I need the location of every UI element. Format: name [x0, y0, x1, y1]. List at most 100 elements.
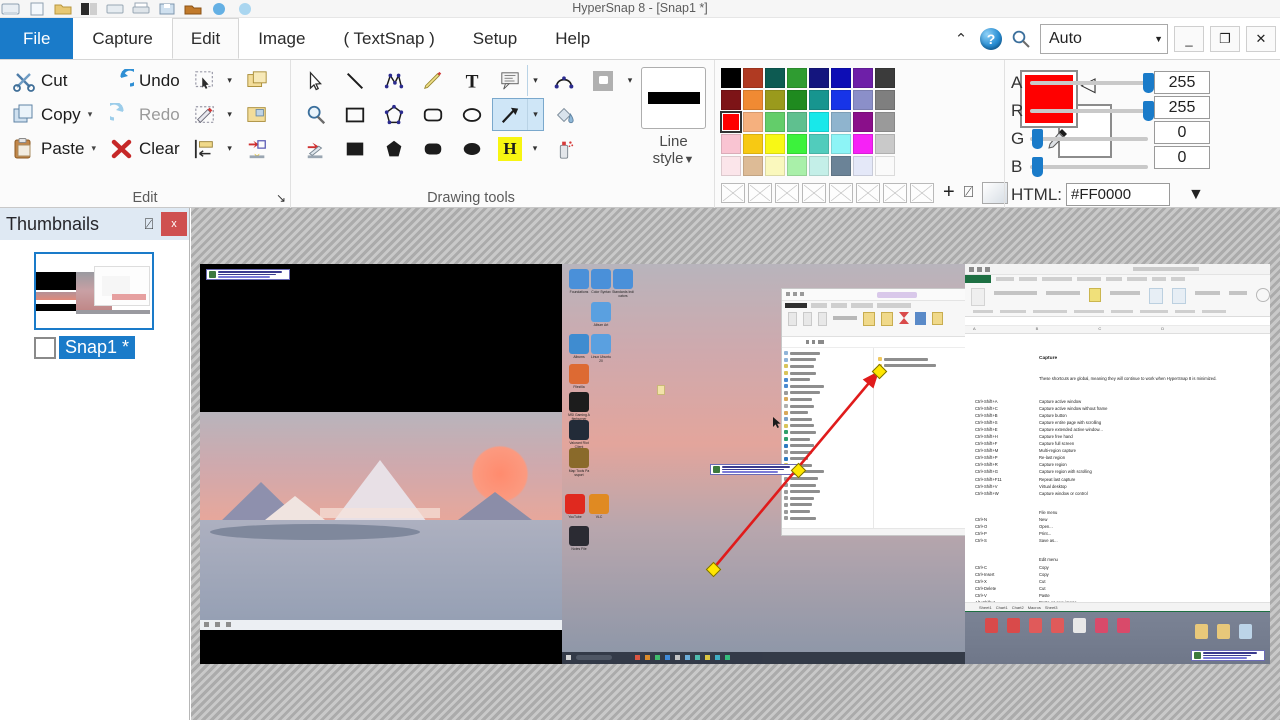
spreadsheet-row[interactable] [965, 368, 1270, 375]
explorer-nav-row[interactable] [784, 383, 873, 390]
chevron-down-icon[interactable]: ▾ [222, 132, 238, 165]
desktop-icon[interactable]: VLC [588, 494, 610, 519]
captured-file-icon[interactable] [1049, 618, 1065, 633]
color-swatch[interactable] [720, 111, 742, 133]
explorer-nav-row[interactable] [784, 502, 873, 509]
explorer-nav-row[interactable] [784, 436, 873, 443]
color-swatch[interactable] [787, 134, 807, 154]
colors-more-button[interactable]: ▼ [1188, 186, 1204, 204]
desktop-icon[interactable]: Notes File [568, 526, 590, 551]
color-swatch[interactable] [809, 112, 829, 132]
align-objects-button[interactable] [188, 132, 222, 165]
color-swatch[interactable] [787, 112, 807, 132]
help-icon[interactable]: ? [980, 28, 1002, 50]
explorer-nav-row[interactable] [784, 390, 873, 397]
color-swatch[interactable] [809, 134, 829, 154]
color-swatch[interactable] [853, 134, 873, 154]
line-tool[interactable] [336, 64, 374, 97]
spreadsheet-row[interactable]: Ctrl+V Paste [965, 592, 1270, 599]
spreadsheet-row[interactable]: Ctrl+Insert Copy [965, 571, 1270, 578]
spreadsheet-row[interactable]: Ctrl+Shift+V Virtual desktop [965, 483, 1270, 490]
spreadsheet-row[interactable] [965, 390, 1270, 397]
spreadsheet-row[interactable] [965, 348, 1270, 355]
slider-track[interactable] [1030, 100, 1155, 121]
spreadsheet-row[interactable]: Ctrl+Shift+A Capture active window [965, 397, 1270, 404]
channel-value-a[interactable]: 255 [1154, 71, 1210, 94]
explorer-nav-row[interactable] [784, 423, 873, 430]
spreadsheet-row[interactable]: Ctrl+Shift+E Capture extended active wind… [965, 426, 1270, 433]
color-swatch[interactable] [721, 90, 741, 110]
desktop-icon[interactable]: Album Art [590, 302, 612, 327]
spreadsheet-row[interactable]: Ctrl+Shift+B Capture button [965, 412, 1270, 419]
fill-bucket-tool[interactable] [545, 98, 583, 131]
color-swatch[interactable] [765, 112, 785, 132]
zoom-combobox[interactable]: Auto ▼ [1040, 24, 1168, 54]
color-swatch[interactable] [809, 68, 829, 88]
chevron-down-icon[interactable]: ▾ [91, 143, 96, 154]
qat-print-icon[interactable] [130, 1, 152, 17]
slider-thumb[interactable] [1032, 128, 1044, 149]
argb-slider-g[interactable]: G [1011, 126, 1148, 151]
spreadsheet-row[interactable]: Ctrl+Delete Cut [965, 585, 1270, 592]
custom-color-swatch[interactable] [910, 182, 934, 203]
qat-capture-window-icon[interactable] [78, 1, 100, 17]
explorer-nav-row[interactable] [784, 508, 873, 515]
spreadsheet-row[interactable]: Ctrl+X Cut [965, 578, 1270, 585]
undo-button[interactable]: Undo [104, 64, 186, 97]
add-color-button[interactable]: + [943, 181, 955, 204]
tab-help[interactable]: Help [536, 18, 609, 59]
custom-color-swatch[interactable] [856, 182, 880, 203]
spreadsheet-row[interactable]: Ctrl+Shift+G Capture region with scrollin… [965, 468, 1270, 475]
close-icon[interactable]: x [161, 212, 187, 236]
custom-color-swatch[interactable] [802, 182, 826, 203]
explorer-nav-row[interactable] [784, 370, 873, 377]
channel-value-r[interactable]: 255 [1154, 96, 1210, 119]
captured-file-icon[interactable] [983, 618, 999, 633]
captured-tray-icon[interactable] [1193, 624, 1209, 639]
spreadsheet-row[interactable]: File menu [965, 509, 1270, 516]
chevron-down-icon[interactable]: ▾ [622, 64, 638, 97]
color-swatch[interactable] [831, 112, 851, 132]
color-swatch[interactable] [743, 156, 763, 176]
copy-button[interactable]: Copy ▾ [6, 98, 102, 131]
color-swatch[interactable] [743, 68, 763, 88]
qat-new-capture-icon[interactable] [0, 1, 22, 17]
edit-dialog-launcher[interactable]: ↘ [276, 191, 286, 205]
cut-button[interactable]: Cut [6, 64, 102, 97]
arrow-tool[interactable]: ▾ [492, 98, 544, 131]
qat-save-icon[interactable] [156, 1, 178, 17]
desktop-icon[interactable]: Albums [568, 334, 590, 359]
explorer-nav-row[interactable] [784, 409, 873, 416]
color-swatch[interactable] [765, 156, 785, 176]
tab-file[interactable]: File [0, 18, 74, 59]
filled-ellipse-tool[interactable] [453, 132, 491, 165]
spreadsheet-row[interactable]: These shortcuts are global, meaning they… [965, 375, 1270, 382]
color-palette[interactable] [720, 68, 1008, 176]
qat-open-folder-icon[interactable] [52, 1, 74, 17]
spreadsheet-row[interactable] [965, 549, 1270, 556]
shadow-tool[interactable] [584, 64, 622, 97]
merge-window-button[interactable] [240, 98, 274, 131]
stamp-tool[interactable] [297, 132, 335, 165]
desktop-icon[interactable]: Filezilla [568, 364, 590, 389]
color-swatch[interactable] [787, 90, 807, 110]
color-swatch[interactable] [721, 156, 741, 176]
spreadsheet-row[interactable]: Ctrl+Shift+F Capture full screen [965, 440, 1270, 447]
captured-tray-icon[interactable] [1237, 624, 1253, 639]
argb-slider-r[interactable]: R [1011, 98, 1155, 123]
captured-file-icon[interactable] [1093, 618, 1109, 633]
clear-button[interactable]: Clear [104, 132, 186, 165]
explorer-nav-row[interactable] [784, 482, 873, 489]
thumbnail-preview[interactable] [34, 252, 154, 330]
qat-undo-blue-icon[interactable] [208, 1, 230, 17]
color-swatch[interactable] [853, 90, 873, 110]
polygon-tool[interactable] [375, 98, 413, 131]
callout-tool[interactable]: ▾ [492, 64, 544, 97]
pencil-tool[interactable] [414, 64, 452, 97]
spreadsheet-row[interactable]: Ctrl+Shift+P Re-last region [965, 454, 1270, 461]
custom-color-swatch[interactable] [721, 182, 745, 203]
spreadsheet-row[interactable]: Ctrl+Shift+W Capture window or control [965, 490, 1270, 497]
argb-slider-a[interactable]: A [1011, 70, 1155, 95]
color-swatch[interactable] [853, 68, 873, 88]
redo-button[interactable]: Redo [104, 98, 186, 131]
